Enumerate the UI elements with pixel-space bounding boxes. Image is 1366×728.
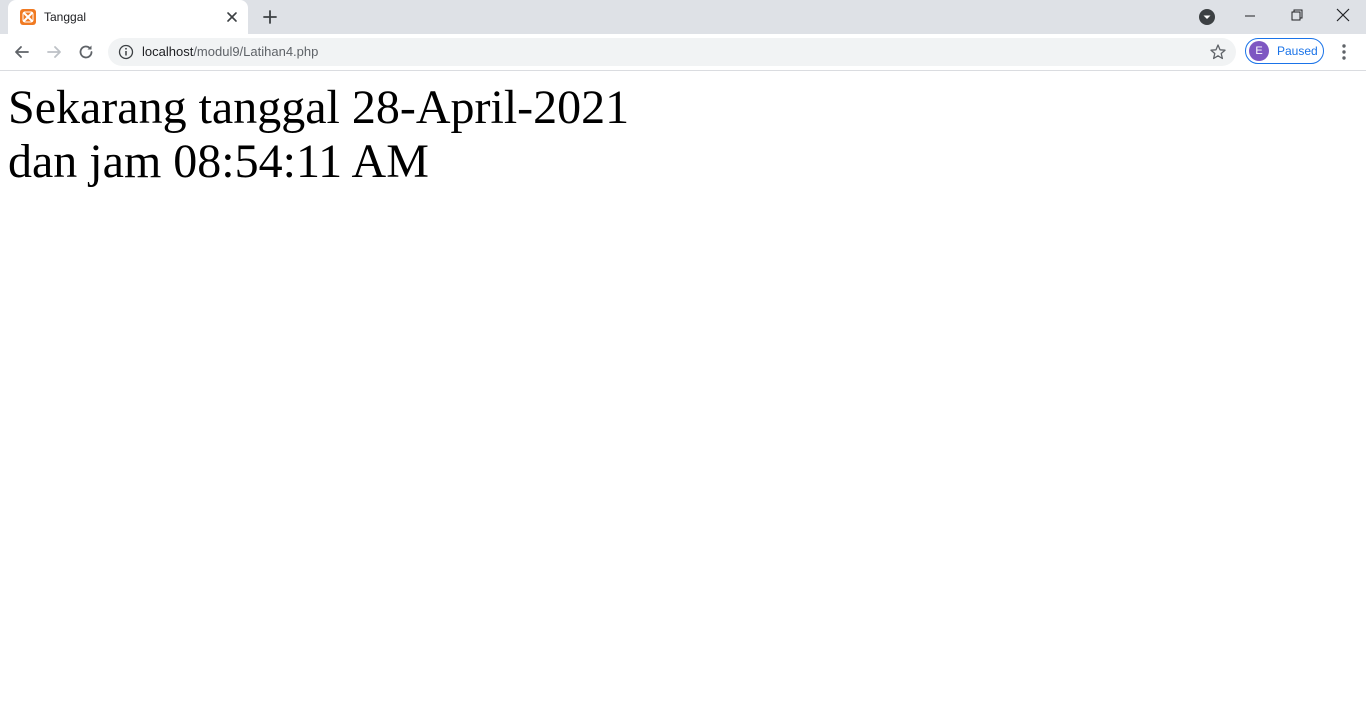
- tab-title: Tanggal: [44, 10, 87, 24]
- chevron-down-circle-icon[interactable]: [1198, 8, 1216, 26]
- address-bar[interactable]: localhost/modul9/Latihan4.php: [108, 38, 1236, 66]
- star-icon[interactable]: [1209, 43, 1227, 61]
- date-text: Sekarang tanggal 28-April-2021: [8, 81, 630, 134]
- plus-icon[interactable]: [259, 6, 281, 28]
- time-text: dan jam 08:54:11 AM: [8, 135, 429, 188]
- profile-status: Paused: [1277, 44, 1318, 58]
- xampp-icon: [20, 9, 36, 25]
- restore-icon[interactable]: [1287, 5, 1307, 25]
- page-content: Sekarang tanggal 28-April-2021 dan jam 0…: [0, 71, 1366, 728]
- close-icon[interactable]: [224, 9, 240, 25]
- tab-strip: Tanggal: [0, 0, 1366, 34]
- url-host: localhost: [142, 44, 194, 59]
- url-text[interactable]: localhost/modul9/Latihan4.php: [142, 44, 318, 60]
- avatar: E: [1249, 41, 1269, 61]
- window-close-icon[interactable]: [1333, 5, 1353, 25]
- info-icon[interactable]: [118, 44, 134, 60]
- tab-tanggal[interactable]: Tanggal: [8, 0, 248, 34]
- kebab-menu-icon[interactable]: [1334, 41, 1354, 63]
- profile-button[interactable]: E Paused: [1245, 38, 1324, 64]
- browser-window: Tanggal localhost/modul9/Latihan4.php E …: [0, 0, 1366, 728]
- minimize-icon[interactable]: [1240, 6, 1260, 26]
- url-path: /modul9/Latihan4.php: [193, 44, 319, 59]
- reload-icon[interactable]: [75, 41, 97, 63]
- arrow-left-icon[interactable]: [11, 41, 33, 63]
- arrow-right-icon[interactable]: [43, 41, 65, 63]
- browser-toolbar: localhost/modul9/Latihan4.php E Paused: [0, 34, 1366, 71]
